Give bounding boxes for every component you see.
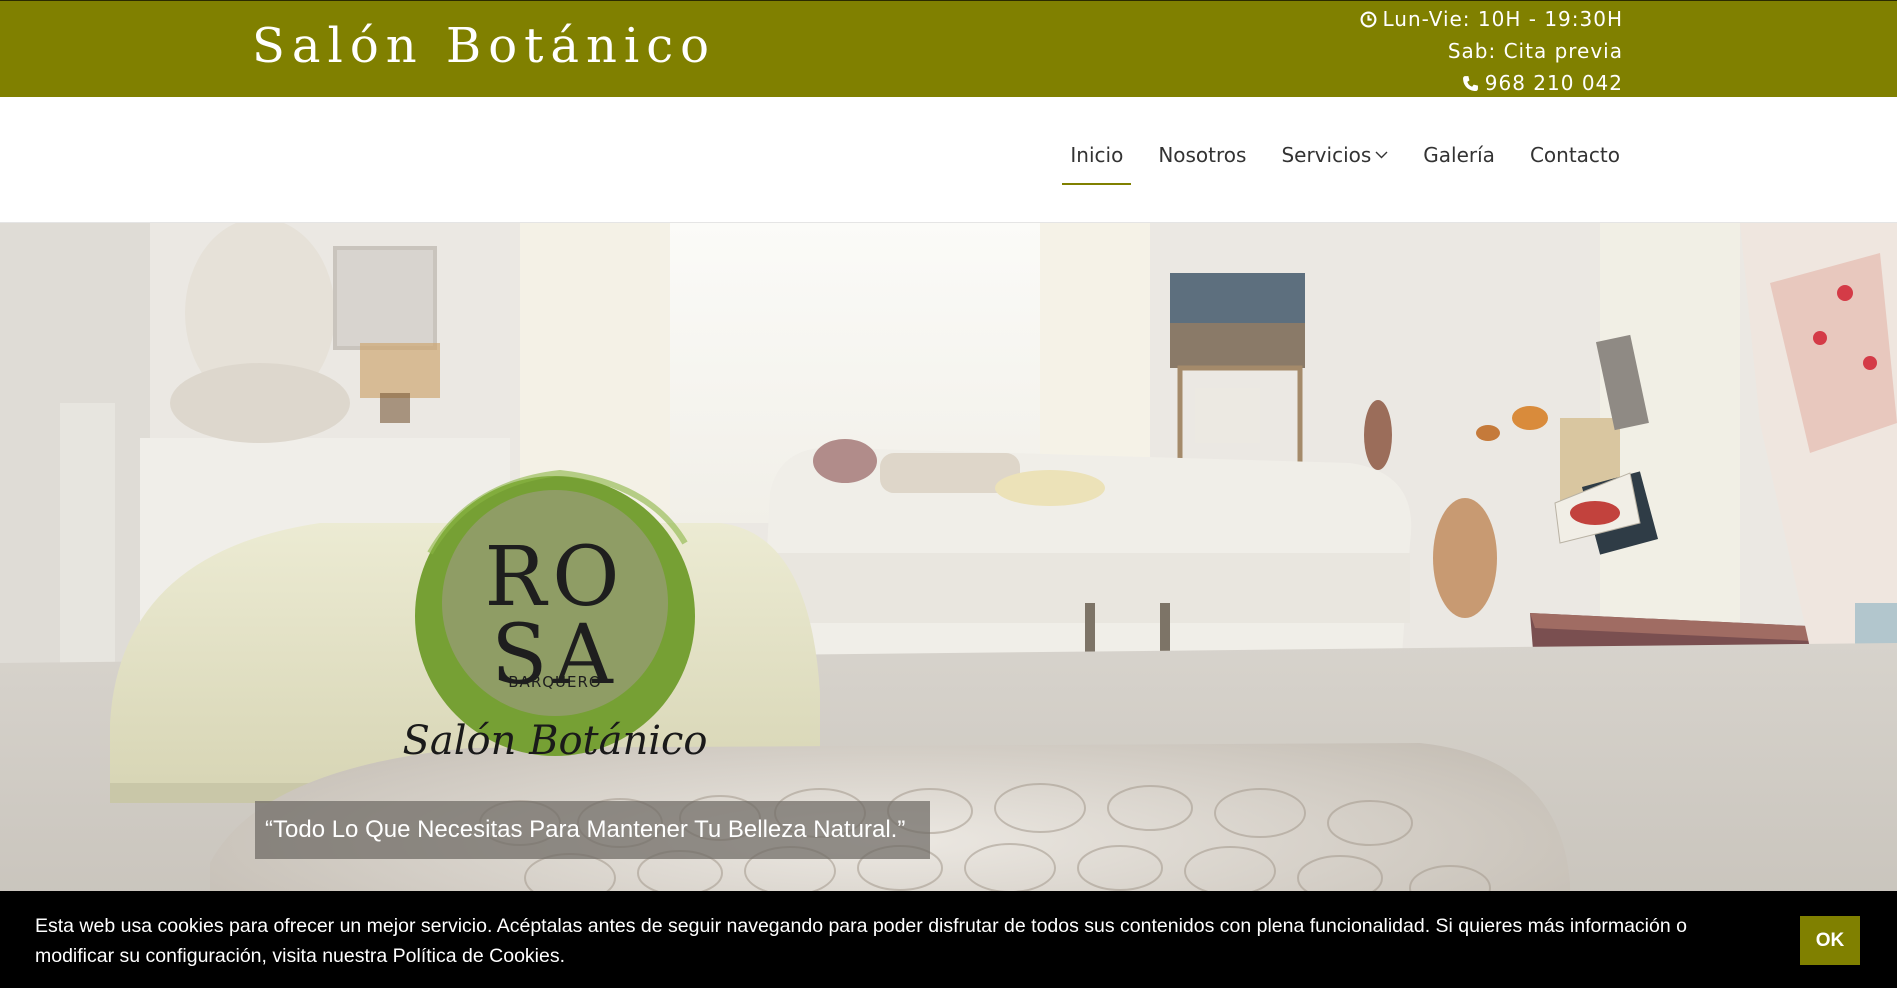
hero-banner: RO SA BARQUERO Salón Botánico “Todo Lo Q…	[0, 223, 1897, 988]
phone-icon	[1462, 76, 1478, 91]
cookie-ok-button[interactable]: OK	[1800, 916, 1860, 965]
phone-line[interactable]: 968 210 042	[1360, 67, 1623, 99]
cookie-banner: Esta web usa cookies para ofrecer un mej…	[0, 891, 1897, 988]
top-bar: Salón Botánico Lun-Vie: 10H - 19:30H Sab…	[0, 0, 1897, 97]
brand-logo-text: BARQUERO Salón Botánico	[390, 223, 720, 988]
nav-item-contacto[interactable]: Contacto	[1522, 139, 1628, 183]
chevron-down-icon	[1375, 151, 1388, 159]
nav-item-servicios-label: Servicios	[1281, 143, 1372, 167]
hours-weekdays: Lun-Vie: 10H - 19:30H	[1382, 7, 1623, 31]
brand-title[interactable]: Salón Botánico	[252, 15, 716, 77]
main-nav: Inicio Nosotros Servicios Galería Contac…	[1043, 139, 1628, 185]
logo-subtitle: BARQUERO	[508, 673, 602, 691]
nav-item-nosotros[interactable]: Nosotros	[1150, 139, 1254, 183]
hero-tagline: “Todo Lo Que Necesitas Para Mantener Tu …	[255, 801, 930, 859]
nav-item-servicios[interactable]: Servicios	[1273, 139, 1396, 183]
nav-item-inicio[interactable]: Inicio	[1062, 139, 1132, 185]
hero-background-image	[0, 223, 1897, 988]
phone-number[interactable]: 968 210 042	[1485, 71, 1623, 95]
clock-icon	[1360, 11, 1376, 28]
logo-script: Salón Botánico	[402, 718, 708, 764]
hours-weekdays-line: Lun-Vie: 10H - 19:30H	[1360, 3, 1623, 35]
cookie-message: Esta web usa cookies para ofrecer un mej…	[35, 915, 1687, 967]
hours-saturday: Sab: Cita previa	[1447, 39, 1623, 63]
main-navbar: Inicio Nosotros Servicios Galería Contac…	[0, 97, 1897, 223]
nav-item-galeria[interactable]: Galería	[1415, 139, 1503, 183]
contact-info: Lun-Vie: 10H - 19:30H Sab: Cita previa 9…	[1360, 3, 1623, 99]
